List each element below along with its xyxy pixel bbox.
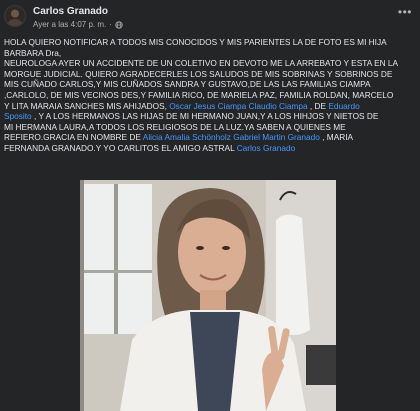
post-text-segment: HOLA QUIERO NOTIFICAR A TODOS MIS CONOCI… [4,37,387,47]
more-options-icon[interactable]: ••• [398,6,412,18]
photo-window-bar [82,270,152,273]
mention-link[interactable]: Carlos Granado [237,143,296,153]
meta-separator: · [109,20,112,29]
mention-link[interactable]: Gabriel Martin Granado [233,132,320,142]
post-body-line: Sposito , Y A LOS HERMANOS LAS HIJAS DE … [4,111,416,122]
post-body-line: Y LITA MARAIA SANCHES MIS AHIJADOS, Osca… [4,101,416,112]
mention-link[interactable]: Alicia Amalia Schönholz [143,132,231,142]
post-text-segment: ,CARLOLO, DE MIS VECINOS DES,Y FAMILIA R… [4,89,394,100]
post-text-segment: , MARIA [319,132,354,143]
author-name[interactable]: Carlos Granado [33,6,108,17]
post-text-segment: FERNANDA GRANADO.Y YO CARLITOS EL AMIGO … [4,142,237,153]
post-photo-container [0,180,420,411]
photo-illustration [80,180,336,411]
post-body-line: HOLA QUIERO NOTIFICAR A TODOS MIS CONOCI… [4,37,416,48]
mention-link[interactable]: Eduardo [328,101,359,111]
photo-eye-left [196,246,204,250]
post-body-line: REFIERO.GRACIA EN NOMBRE DE Alicia Amali… [4,132,416,143]
post-meta: Ayer a las 4:07 p. m. · [33,20,123,29]
photo-window-frame [114,184,118,334]
author-avatar[interactable] [4,5,26,27]
post-photo[interactable] [80,180,336,411]
post-text-segment: , DE [307,100,329,111]
mention-link[interactable]: Sposito [4,111,32,121]
post-text-segment: MORGUE JUDICIAL. QUIERO AGRADECERLES LOS… [4,68,393,79]
globe-icon[interactable] [115,20,123,29]
post-text-segment: BARBARA Dra, [4,47,62,58]
post-text-segment: NEUROLOGA AYER UN ACCIDENTE DE UN COLETI… [4,58,399,69]
post-body-line: BARBARA Dra, [4,48,416,59]
post-body: HOLA QUIERO NOTIFICAR A TODOS MIS CONOCI… [4,37,416,154]
post-text-segment: REFIERO.GRACIA EN NOMBRE DE [4,132,143,143]
photo-dark-object [306,345,336,385]
post-body-line: ,CARLOLO, DE MIS VECINOS DES,Y FAMILIA R… [4,90,416,101]
photo-eye-right [222,246,230,250]
post-header: Carlos Granado Ayer a las 4:07 p. m. · •… [0,0,420,34]
photo-frame-left [80,180,84,411]
post-body-line: MORGUE JUDICIAL. QUIERO AGRADECERLES LOS… [4,69,416,80]
post-body-line: FERNANDA GRANADO.Y YO CARLITOS EL AMIGO … [4,143,416,154]
post-text-segment: MIS CUÑADO CARLOS,Y MIS CUÑADOS SANDRA Y… [4,79,371,90]
post-body-line: MIS CUÑADO CARLOS,Y MIS CUÑADOS SANDRA Y… [4,79,416,90]
post-body-line: MI HERMANA LAURA,A TODOS LOS RELIGIOSOS … [4,122,416,133]
post-text-segment: , Y A LOS HERMANOS LAS HIJAS DE MI HERMA… [31,111,379,122]
mention-link[interactable]: Claudio Ciampa [249,101,308,111]
post-timestamp[interactable]: Ayer a las 4:07 p. m. [33,20,106,29]
facebook-post: Carlos Granado Ayer a las 4:07 p. m. · •… [0,0,420,411]
post-text-segment: Y LITA MARAIA SANCHES MIS AHIJADOS, [4,100,170,111]
post-body-line: NEUROLOGA AYER UN ACCIDENTE DE UN COLETI… [4,58,416,69]
post-text-segment: MI HERMANA LAURA,A TODOS LOS RELIGIOSOS … [4,121,346,132]
mention-link[interactable]: Oscar Jesus Ciampa [169,101,246,111]
